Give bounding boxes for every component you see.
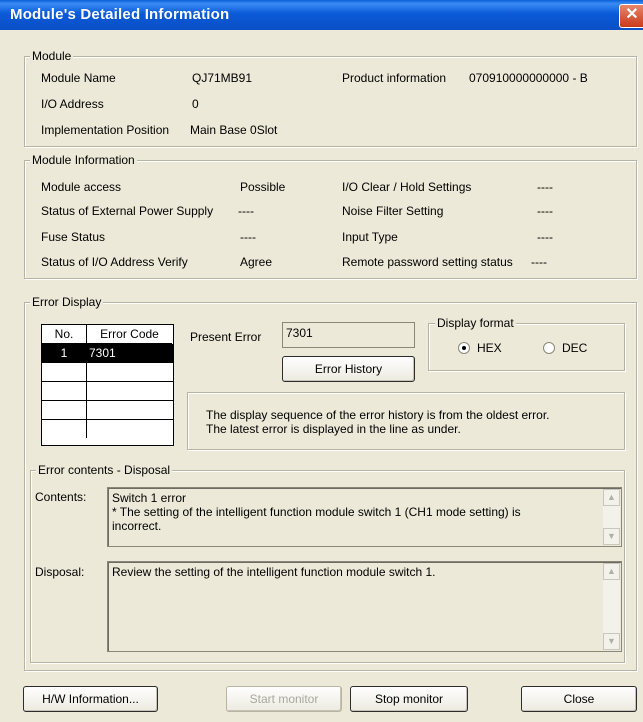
column-header-no: No. bbox=[42, 325, 87, 344]
fuse-status-value: ---- bbox=[240, 230, 256, 244]
module-information-legend: Module Information bbox=[30, 153, 137, 167]
contents-label: Contents: bbox=[35, 490, 87, 504]
io-verify-value: Agree bbox=[240, 255, 273, 269]
hex-label[interactable]: HEX bbox=[477, 341, 502, 355]
table-row[interactable] bbox=[42, 382, 173, 401]
stop-monitor-button[interactable]: Stop monitor bbox=[350, 686, 468, 712]
dec-label[interactable]: DEC bbox=[562, 341, 587, 355]
window-title: Module's Detailed Information bbox=[10, 6, 230, 23]
io-clear-label: I/O Clear / Hold Settings bbox=[342, 180, 472, 194]
disposal-textarea[interactable]: Review the setting of the intelligent fu… bbox=[107, 561, 622, 652]
dec-radio[interactable] bbox=[543, 342, 555, 354]
display-format-legend: Display format bbox=[435, 316, 516, 330]
remote-password-label: Remote password setting status bbox=[342, 255, 513, 269]
contents-textarea[interactable]: Switch 1 error * The setting of the inte… bbox=[107, 487, 622, 547]
module-name-label: Module Name bbox=[41, 71, 116, 85]
disposal-text: Review the setting of the intelligent fu… bbox=[112, 565, 436, 579]
scroll-up-icon[interactable]: ▲ bbox=[603, 489, 620, 506]
start-monitor-button[interactable]: Start monitor bbox=[226, 686, 342, 712]
impl-position-value: Main Base 0Slot bbox=[190, 123, 278, 137]
input-type-value: ---- bbox=[537, 230, 553, 244]
remote-password-value: ---- bbox=[531, 255, 547, 269]
close-button[interactable]: Close bbox=[521, 686, 637, 712]
row-error-code: 7301 bbox=[87, 344, 173, 362]
input-type-label: Input Type bbox=[342, 230, 398, 244]
column-header-error-code: Error Code bbox=[87, 325, 172, 344]
ext-power-value: ---- bbox=[238, 204, 254, 218]
noise-filter-label: Noise Filter Setting bbox=[342, 204, 444, 218]
disposal-label: Disposal: bbox=[35, 565, 85, 579]
module-name-value: QJ71MB91 bbox=[192, 71, 253, 85]
present-error-label: Present Error bbox=[190, 330, 262, 344]
ext-power-label: Status of External Power Supply bbox=[41, 204, 214, 218]
hw-information-button[interactable]: H/W Information... bbox=[23, 686, 158, 712]
disposal-scrollbar[interactable]: ▲ ▼ bbox=[603, 563, 620, 650]
impl-position-label: Implementation Position bbox=[41, 123, 170, 137]
error-contents-legend: Error contents - Disposal bbox=[36, 463, 173, 477]
history-note-text: The display sequence of the error histor… bbox=[206, 408, 550, 436]
module-access-label: Module access bbox=[41, 180, 122, 194]
noise-filter-value: ---- bbox=[537, 204, 553, 218]
table-row[interactable] bbox=[42, 401, 173, 420]
present-error-field: 7301 bbox=[282, 322, 415, 348]
error-history-button[interactable]: Error History bbox=[282, 356, 415, 382]
row-no: 1 bbox=[42, 344, 87, 362]
io-clear-value: ---- bbox=[537, 180, 553, 194]
error-display-legend: Error Display bbox=[30, 295, 104, 309]
scroll-down-icon[interactable]: ▼ bbox=[603, 633, 620, 650]
table-row[interactable] bbox=[42, 363, 173, 382]
error-list-table[interactable]: No. Error Code 1 7301 bbox=[41, 324, 174, 446]
title-bar: Module's Detailed Information ✕ bbox=[0, 0, 643, 30]
io-address-label: I/O Address bbox=[41, 97, 104, 111]
module-access-value: Possible bbox=[240, 180, 286, 194]
table-row[interactable] bbox=[42, 420, 173, 438]
io-address-value: 0 bbox=[192, 97, 199, 111]
table-row[interactable]: 1 7301 bbox=[42, 344, 173, 363]
close-icon[interactable]: ✕ bbox=[619, 4, 643, 28]
hex-radio[interactable] bbox=[458, 342, 470, 354]
scroll-down-icon[interactable]: ▼ bbox=[603, 528, 620, 545]
fuse-status-label: Fuse Status bbox=[41, 230, 106, 244]
contents-scrollbar[interactable]: ▲ ▼ bbox=[603, 489, 620, 545]
present-error-value: 7301 bbox=[286, 326, 313, 340]
module-legend: Module bbox=[30, 49, 74, 63]
io-verify-label: Status of I/O Address Verify bbox=[41, 255, 188, 269]
product-info-label: Product information bbox=[342, 71, 447, 85]
contents-text: Switch 1 error * The setting of the inte… bbox=[112, 491, 521, 533]
product-info-value: 070910000000000 - B bbox=[469, 71, 588, 85]
scroll-up-icon[interactable]: ▲ bbox=[603, 563, 620, 580]
